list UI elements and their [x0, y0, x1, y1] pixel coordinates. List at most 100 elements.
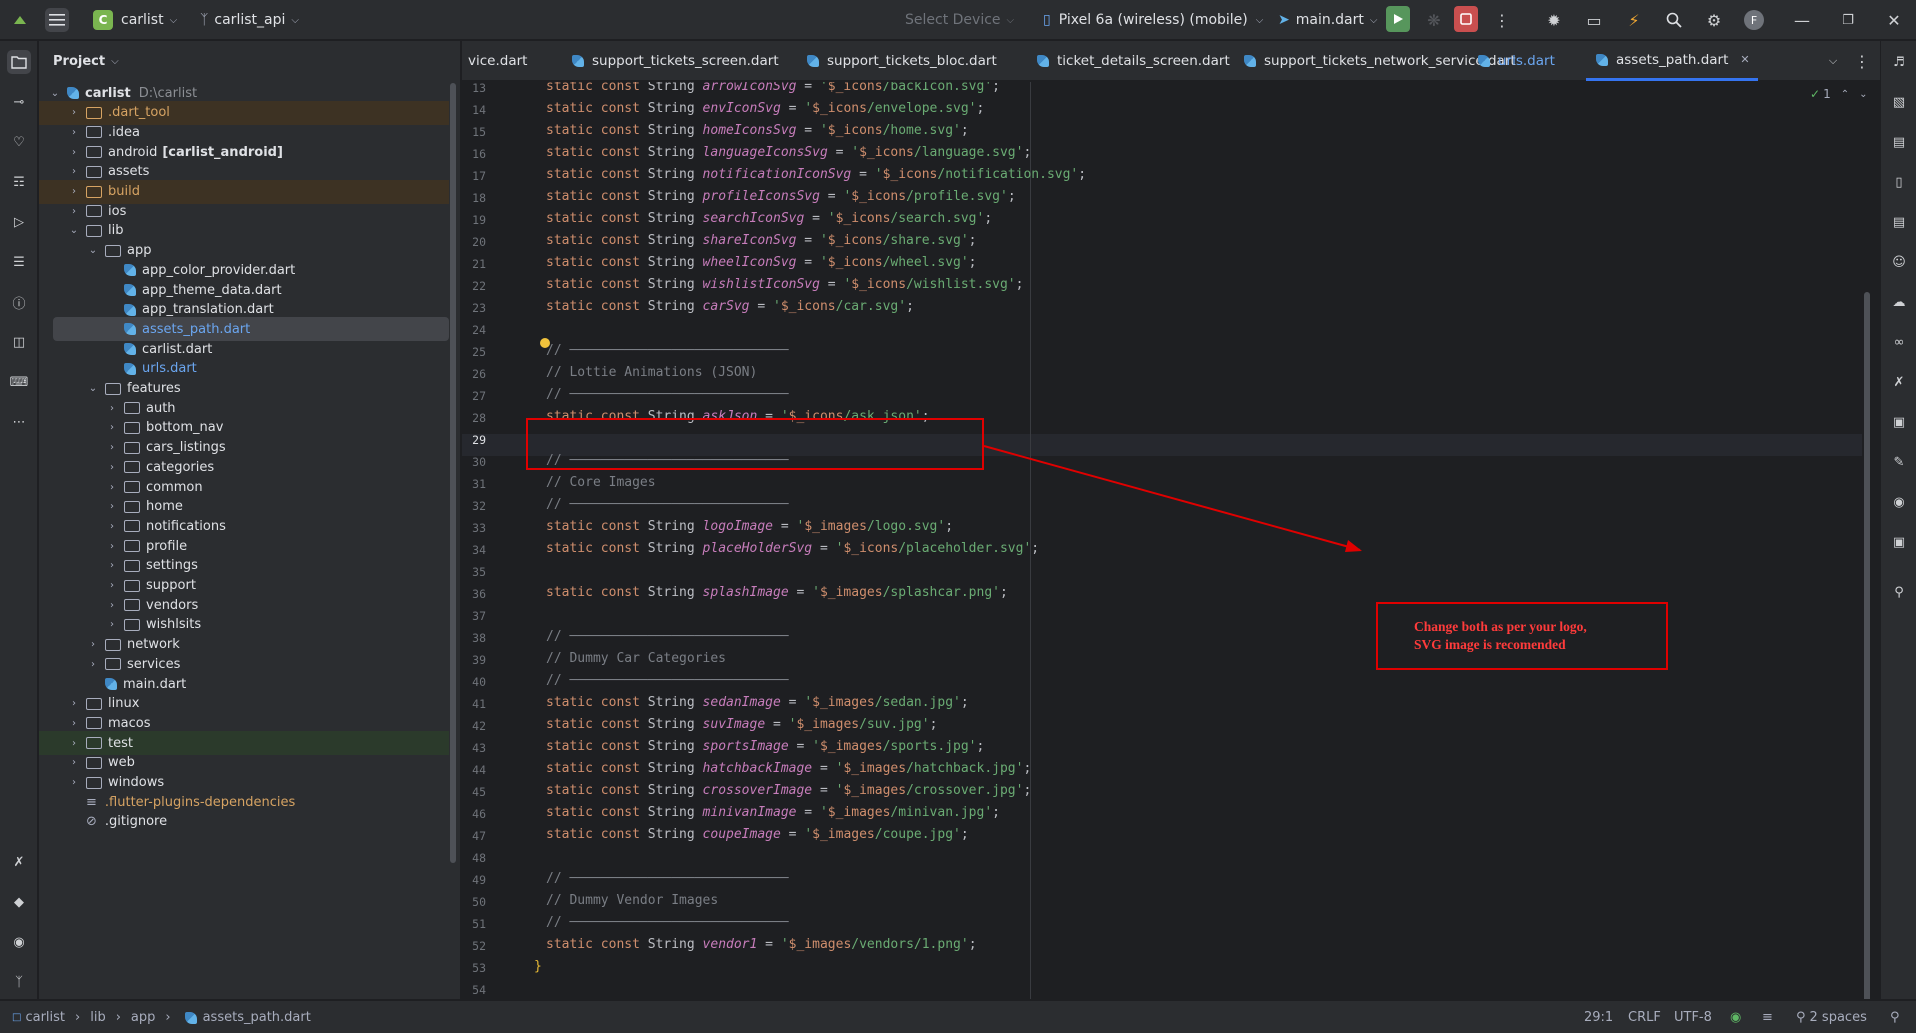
- layout-inspector-icon[interactable]: ▣: [1887, 410, 1911, 434]
- project-tool-folder-icon[interactable]: [7, 50, 31, 74]
- breadcrumb-item[interactable]: app: [131, 1010, 155, 1025]
- chevron-right-icon[interactable]: ›: [66, 107, 82, 118]
- editor-tab[interactable]: ticket_details_screen.dart: [1027, 41, 1238, 81]
- unlock-icon[interactable]: ⚲: [1890, 1001, 1900, 1033]
- chevron-right-icon[interactable]: ›: [66, 186, 82, 197]
- flutter-outline-icon[interactable]: ▤: [1887, 210, 1911, 234]
- chevron-right-icon[interactable]: ›: [104, 619, 120, 630]
- chevron-right-icon[interactable]: ›: [66, 718, 82, 729]
- tab-more-icon[interactable]: ⋮: [1850, 49, 1874, 73]
- editor-tab[interactable]: support_tickets_screen.dart: [562, 41, 787, 81]
- chevron-right-icon[interactable]: ›: [104, 600, 120, 611]
- more-actions-icon[interactable]: ⋮: [1490, 8, 1514, 32]
- chevron-right-icon[interactable]: ›: [104, 541, 120, 552]
- close-tab-icon[interactable]: ✕: [1740, 53, 1749, 66]
- chevron-down-icon[interactable]: ⌄: [47, 88, 63, 99]
- terminal-icon[interactable]: ⌨: [7, 370, 31, 394]
- tree-item[interactable]: ⊘ .gitignore: [39, 810, 449, 834]
- editor-tab[interactable]: vice.dart: [462, 41, 535, 81]
- copilot-icon[interactable]: ☺: [1887, 250, 1911, 274]
- chevron-right-icon[interactable]: ›: [104, 482, 120, 493]
- structure-icon[interactable]: ☶: [7, 170, 31, 194]
- vcs-branch-widget[interactable]: ᛉ carlist_api ⌵: [200, 0, 299, 40]
- inspect-icon[interactable]: ▣: [1887, 530, 1911, 554]
- hot-reload-icon[interactable]: ⚡: [1622, 8, 1646, 32]
- settings-gear-icon[interactable]: ⚙: [1702, 8, 1726, 32]
- breadcrumb-item[interactable]: carlist: [25, 1010, 65, 1025]
- run-tool-icon[interactable]: ▷: [7, 210, 31, 234]
- pull-requests-icon[interactable]: ♡: [7, 130, 31, 154]
- minimize-window-icon[interactable]: —: [1790, 8, 1814, 32]
- editor-tab[interactable]: support_tickets_bloc.dart: [797, 41, 1005, 81]
- select-device-dropdown[interactable]: Select Device ⌵: [905, 0, 1014, 40]
- stop-button[interactable]: [1454, 6, 1478, 32]
- notifications-bell-icon[interactable]: ♬: [1887, 50, 1911, 74]
- build-tools-icon[interactable]: ✗: [7, 850, 31, 874]
- readonly-toggle-icon[interactable]: ≡: [1762, 1001, 1773, 1033]
- logcat-icon[interactable]: ☰: [7, 250, 31, 274]
- restore-window-icon[interactable]: ❐: [1836, 8, 1860, 32]
- commit-icon[interactable]: ⊸: [7, 90, 31, 114]
- more-tools-icon[interactable]: ⋯: [7, 410, 31, 434]
- chevron-right-icon[interactable]: ›: [104, 442, 120, 453]
- version-control-icon[interactable]: ᛉ: [7, 970, 31, 994]
- bug-icon[interactable]: ✹: [1542, 8, 1566, 32]
- chevron-right-icon[interactable]: ›: [66, 698, 82, 709]
- main-menu-icon[interactable]: [45, 8, 69, 32]
- caret-position[interactable]: 29:1: [1584, 1001, 1613, 1033]
- debug-icon[interactable]: ❋: [1422, 8, 1446, 32]
- gradle-icon[interactable]: ▧: [1887, 90, 1911, 114]
- editor-scrollbar[interactable]: [1864, 292, 1870, 999]
- chevron-right-icon[interactable]: ›: [66, 777, 82, 788]
- chevron-right-icon[interactable]: ›: [66, 757, 82, 768]
- chevron-down-icon[interactable]: ⌄: [66, 225, 82, 236]
- chevron-right-icon[interactable]: ›: [104, 422, 120, 433]
- device-manager-icon[interactable]: ◫: [7, 330, 31, 354]
- breadcrumb-item[interactable]: lib: [90, 1010, 105, 1025]
- device-dropdown[interactable]: ▯ Pixel 6a (wireless) (mobile) ⌵: [1043, 0, 1263, 40]
- chevron-down-icon[interactable]: ⌄: [85, 383, 101, 394]
- chevron-right-icon[interactable]: ›: [104, 580, 120, 591]
- file-encoding[interactable]: UTF-8: [1674, 1001, 1712, 1033]
- run-config-dropdown[interactable]: ➤ main.dart ⌵: [1278, 0, 1377, 40]
- vcs-status-icon[interactable]: ◉: [1730, 1001, 1741, 1033]
- chevron-right-icon[interactable]: ›: [66, 206, 82, 217]
- chevron-right-icon[interactable]: ›: [66, 147, 82, 158]
- app-inspection-icon[interactable]: ◉: [7, 930, 31, 954]
- user-avatar[interactable]: F: [1742, 8, 1766, 32]
- close-window-icon[interactable]: ✕: [1882, 8, 1906, 32]
- edit-pencil-icon[interactable]: ✎: [1887, 450, 1911, 474]
- running-devices-icon[interactable]: ▯: [1887, 170, 1911, 194]
- editor-tab[interactable]: assets_path.dart ✕: [1586, 41, 1758, 81]
- chevron-right-icon[interactable]: ›: [66, 738, 82, 749]
- chevron-down-icon[interactable]: ⌄: [85, 245, 101, 256]
- tools-icon[interactable]: ✗: [1887, 370, 1911, 394]
- cloud-icon[interactable]: ☁: [1887, 290, 1911, 314]
- gemini-icon[interactable]: ◆: [7, 890, 31, 914]
- project-switcher[interactable]: C carlist ⌵: [93, 0, 177, 40]
- breadcrumb-item[interactable]: assets_path.dart: [203, 1010, 311, 1025]
- project-scrollbar[interactable]: [450, 83, 456, 863]
- line-separator[interactable]: CRLF: [1628, 1001, 1661, 1033]
- chevron-right-icon[interactable]: ›: [85, 639, 101, 650]
- chevron-right-icon[interactable]: ›: [104, 403, 120, 414]
- code-editor[interactable]: 13 static const String arrowIconSvg = '$_…: [462, 82, 1880, 999]
- tabs-dropdown-icon[interactable]: ⌵: [1821, 49, 1845, 73]
- device-mirror-icon[interactable]: ▭: [1582, 8, 1606, 32]
- chevron-right-icon[interactable]: ›: [104, 462, 120, 473]
- link-icon[interactable]: ∞: [1887, 330, 1911, 354]
- project-panel-header[interactable]: Project ⌵: [39, 41, 460, 81]
- chevron-right-icon[interactable]: ›: [104, 560, 120, 571]
- run-button[interactable]: [1386, 6, 1410, 32]
- editor-tab[interactable]: urls.dart: [1468, 41, 1563, 81]
- preview-icon[interactable]: ◉: [1887, 490, 1911, 514]
- search-icon[interactable]: [1662, 8, 1686, 32]
- chevron-right-icon[interactable]: ›: [66, 166, 82, 177]
- chevron-right-icon[interactable]: ›: [104, 501, 120, 512]
- chevron-right-icon[interactable]: ›: [85, 659, 101, 670]
- chevron-right-icon[interactable]: ›: [104, 521, 120, 532]
- problems-icon[interactable]: ⓘ: [7, 290, 31, 314]
- indent-setting[interactable]: ⚲ 2 spaces: [1796, 1001, 1867, 1033]
- find-file-icon[interactable]: ⚲: [1887, 580, 1911, 604]
- device-file-explorer-icon[interactable]: ▤: [1887, 130, 1911, 154]
